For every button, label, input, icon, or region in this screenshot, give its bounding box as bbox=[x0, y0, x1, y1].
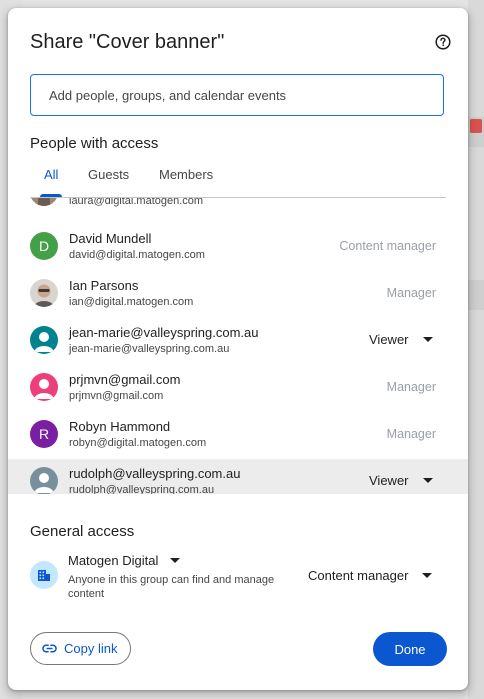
person-email: david@digital.matogen.com bbox=[69, 249, 205, 261]
done-button[interactable]: Done bbox=[373, 632, 447, 666]
avatar bbox=[30, 198, 58, 206]
person-name: Robyn Hammond bbox=[69, 419, 171, 434]
person-email: laura@digital.matogen.com bbox=[69, 198, 204, 207]
list-item[interactable]: R Robyn Hammond robyn@digital.matogen.co… bbox=[8, 412, 468, 458]
person-icon bbox=[30, 326, 58, 354]
tab-guests-label: Guests bbox=[88, 167, 130, 182]
role-label: Manager bbox=[386, 427, 436, 441]
avatar: D bbox=[30, 232, 58, 260]
general-access-role-dropdown[interactable]: Content manager bbox=[308, 568, 433, 583]
person-name: Ian Parsons bbox=[69, 278, 139, 293]
done-label: Done bbox=[394, 641, 426, 657]
avatar-letter: R bbox=[38, 426, 50, 442]
role-dropdown[interactable]: Viewer bbox=[369, 473, 433, 488]
avatar bbox=[30, 279, 58, 307]
image-file-icon bbox=[470, 119, 482, 133]
general-access-group-name: Matogen Digital bbox=[68, 553, 159, 568]
help-icon[interactable] bbox=[435, 34, 451, 50]
add-people-input[interactable]: Add people, groups, and calendar events bbox=[30, 74, 444, 116]
tab-all[interactable]: All bbox=[40, 166, 63, 197]
domain-building-icon bbox=[30, 561, 58, 589]
tab-members[interactable]: Members bbox=[159, 166, 213, 197]
role-label: Manager bbox=[386, 380, 436, 394]
person-icon bbox=[30, 467, 58, 494]
general-access-role-label: Content manager bbox=[308, 568, 409, 583]
list-item[interactable]: Ian Parsons ian@digital.matogen.com Mana… bbox=[8, 271, 468, 317]
list-item[interactable]: prjmvn@gmail.com prjmvn@gmail.com Manage… bbox=[8, 365, 468, 411]
caret-down-icon bbox=[170, 558, 181, 563]
list-item[interactable]: rudolph@valleyspring.com.au rudolph@vall… bbox=[8, 459, 468, 494]
person-name: prjmvn@gmail.com bbox=[69, 372, 181, 387]
person-name: David Mundell bbox=[69, 231, 152, 246]
person-email: jean-marie@valleyspring.com.au bbox=[69, 343, 230, 355]
people-list[interactable]: laura@digital.matogen.com D David Mundel… bbox=[8, 198, 468, 494]
avatar-letter: D bbox=[38, 238, 50, 254]
person-email: ian@digital.matogen.com bbox=[69, 296, 194, 308]
avatar: R bbox=[30, 420, 58, 448]
person-name: jean-marie@valleyspring.com.au bbox=[69, 325, 259, 340]
person-email: prjmvn@gmail.com bbox=[69, 390, 164, 402]
person-icon bbox=[30, 373, 58, 401]
person-name: rudolph@valleyspring.com.au bbox=[69, 466, 241, 481]
people-with-access-heading: People with access bbox=[30, 135, 159, 152]
person-email: rudolph@valleyspring.com.au bbox=[69, 484, 215, 494]
dialog-title: Share "Cover banner" bbox=[30, 31, 225, 53]
general-access-description: Anyone in this group can find and manage… bbox=[68, 574, 275, 600]
caret-down-icon bbox=[422, 573, 433, 578]
share-dialog: Share "Cover banner" Add people, groups,… bbox=[8, 8, 468, 690]
list-item[interactable]: laura@digital.matogen.com bbox=[8, 198, 468, 216]
caret-down-icon bbox=[422, 337, 433, 342]
copy-link-button[interactable]: Copy link bbox=[30, 632, 131, 665]
role-label: Content manager bbox=[339, 239, 436, 253]
role-label: Manager bbox=[386, 286, 436, 300]
role-dropdown-label: Viewer bbox=[369, 473, 409, 488]
role-dropdown[interactable]: Viewer bbox=[369, 332, 433, 347]
role-dropdown-label: Viewer bbox=[369, 332, 409, 347]
list-item[interactable]: D David Mundell david@digital.matogen.co… bbox=[8, 224, 468, 270]
background-right bbox=[468, 0, 484, 699]
tab-all-label: All bbox=[44, 167, 59, 182]
list-item[interactable]: jean-marie@valleyspring.com.au jean-mari… bbox=[8, 318, 468, 364]
background-strip bbox=[468, 280, 484, 310]
tab-members-label: Members bbox=[159, 167, 214, 182]
tab-guests[interactable]: Guests bbox=[88, 166, 129, 197]
general-access-heading: General access bbox=[30, 523, 135, 540]
link-icon bbox=[42, 641, 57, 656]
copy-link-label: Copy link bbox=[64, 641, 118, 656]
person-email: robyn@digital.matogen.com bbox=[69, 437, 207, 449]
add-people-placeholder: Add people, groups, and calendar events bbox=[49, 87, 287, 103]
caret-down-icon bbox=[422, 478, 433, 483]
general-access-group-dropdown[interactable]: Matogen Digital bbox=[68, 553, 181, 568]
